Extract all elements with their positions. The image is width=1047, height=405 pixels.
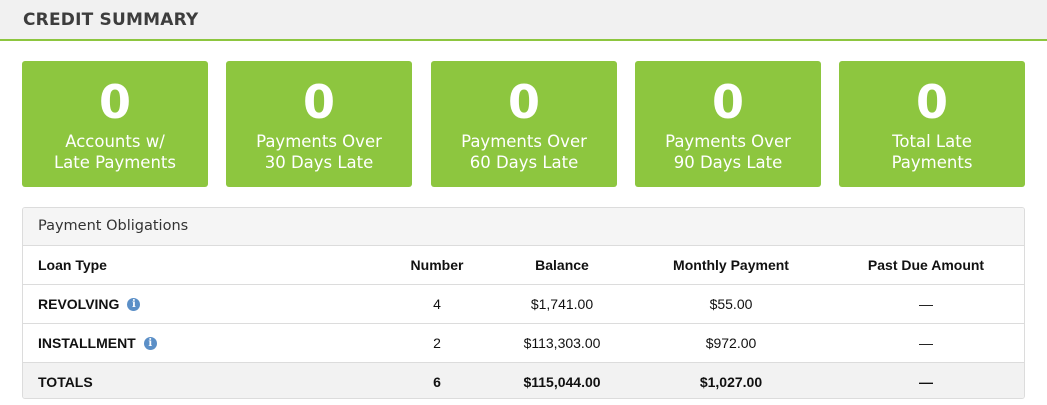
- card-value: 0: [507, 75, 540, 129]
- table-row: REVOLVING i 4 $1,741.00 $55.00 —: [23, 285, 1024, 324]
- totals-number: 6: [433, 374, 441, 390]
- info-icon[interactable]: i: [143, 336, 157, 350]
- card-value: 0: [711, 75, 744, 129]
- totals-label: TOTALS: [38, 374, 93, 390]
- column-header-monthly-payment: Monthly Payment: [673, 257, 789, 273]
- card-label: Payments Over 30 Days Late: [226, 131, 412, 173]
- balance-cell: $1,741.00: [530, 296, 594, 312]
- card-label-line: Late Payments: [53, 153, 176, 172]
- card-label-line: Payments Over: [461, 132, 587, 151]
- column-header-loan-type: Loan Type: [38, 257, 107, 273]
- card-label-line: 30 Days Late: [264, 153, 374, 172]
- table-row: INSTALLMENT i 2 $113,303.00 $972.00 —: [23, 324, 1024, 363]
- card-label-line: Accounts w/: [65, 132, 165, 151]
- card-total-late-payments: 0 Total Late Payments: [839, 61, 1025, 187]
- table-header-row: Loan Type Number Balance Monthly Payment…: [23, 246, 1024, 285]
- late-payment-cards: 0 Accounts w/ Late Payments 0 Payments O…: [22, 61, 1025, 187]
- card-label-line: 60 Days Late: [469, 153, 579, 172]
- card-value: 0: [302, 75, 335, 129]
- totals-row: TOTALS 6 $115,044.00 $1,027.00 —: [23, 363, 1024, 398]
- number-cell: 4: [433, 296, 441, 312]
- card-label-line: Payments Over: [665, 132, 791, 151]
- card-label-line: 90 Days Late: [673, 153, 783, 172]
- loan-type-cell: INSTALLMENT i: [38, 324, 368, 362]
- card-label: Payments Over 60 Days Late: [431, 131, 617, 173]
- monthly-payment-cell: $55.00: [709, 296, 753, 312]
- payment-obligations-panel: Payment Obligations Loan Type Number Bal…: [22, 207, 1025, 399]
- card-label-line: Total Late: [892, 132, 972, 151]
- card-label: Total Late Payments: [839, 131, 1025, 173]
- past-due-cell: —: [919, 296, 933, 312]
- loan-type-label: INSTALLMENT: [38, 335, 136, 351]
- section-header: CREDIT SUMMARY: [0, 0, 1047, 41]
- column-header-past-due-amount: Past Due Amount: [867, 257, 985, 273]
- loan-type-cell: REVOLVING i: [38, 285, 368, 323]
- panel-title: Payment Obligations: [38, 218, 189, 234]
- card-value: 0: [915, 75, 948, 129]
- panel-header: Payment Obligations: [23, 208, 1024, 246]
- totals-monthly-payment: $1,027.00: [699, 374, 763, 390]
- card-payments-90-days: 0 Payments Over 90 Days Late: [635, 61, 821, 187]
- number-cell: 2: [433, 335, 441, 351]
- balance-cell: $113,303.00: [523, 335, 601, 351]
- card-label-line: Payments: [891, 153, 973, 172]
- card-value: 0: [98, 75, 131, 129]
- past-due-cell: —: [919, 335, 933, 351]
- card-label: Accounts w/ Late Payments: [22, 131, 208, 173]
- card-label-line: Payments Over: [256, 132, 382, 151]
- totals-balance: $115,044.00: [523, 374, 601, 390]
- loan-type-label: REVOLVING: [38, 296, 120, 312]
- info-icon[interactable]: i: [127, 297, 141, 311]
- card-accounts-late: 0 Accounts w/ Late Payments: [22, 61, 208, 187]
- card-label: Payments Over 90 Days Late: [635, 131, 821, 173]
- column-header-balance: Balance: [535, 257, 589, 273]
- totals-past-due: —: [919, 374, 933, 390]
- monthly-payment-cell: $972.00: [705, 335, 757, 351]
- section-title: CREDIT SUMMARY: [23, 10, 199, 30]
- column-header-number: Number: [410, 257, 464, 273]
- card-payments-30-days: 0 Payments Over 30 Days Late: [226, 61, 412, 187]
- card-payments-60-days: 0 Payments Over 60 Days Late: [431, 61, 617, 187]
